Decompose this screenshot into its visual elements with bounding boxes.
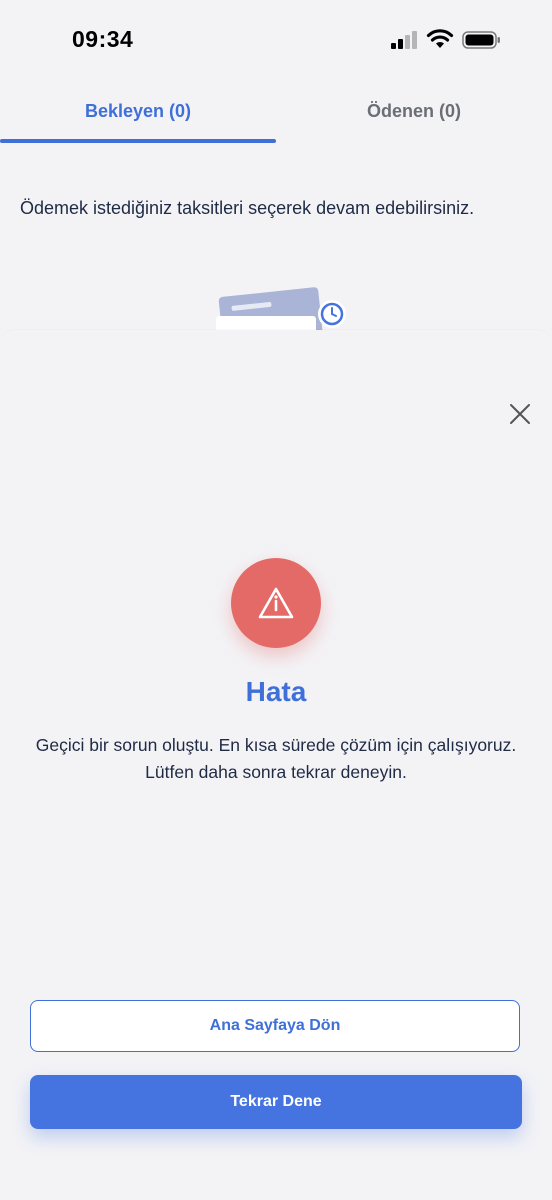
installment-illustration bbox=[216, 287, 346, 332]
instruction-text: Ödemek istediğiniz taksitleri seçerek de… bbox=[20, 198, 475, 218]
tab-pending[interactable]: Bekleyen (0) bbox=[0, 80, 276, 142]
error-bottom-sheet: Hata Geçici bir sorun oluştu. En kısa sü… bbox=[0, 330, 552, 1200]
tab-pending-label: Bekleyen (0) bbox=[84, 100, 192, 121]
tab-bar: Bekleyen (0) Ödenen (0) bbox=[0, 80, 552, 146]
status-bar: 09:34 bbox=[0, 0, 552, 80]
tab-paid-label: Ödenen (0) bbox=[366, 100, 461, 121]
tab-paid[interactable]: Ödenen (0) bbox=[276, 80, 552, 142]
error-message-line2: Lütfen daha sonra tekrar deneyin. bbox=[145, 762, 407, 782]
error-badge bbox=[231, 558, 321, 648]
home-button[interactable]: Ana Sayfaya Dön bbox=[30, 1000, 520, 1052]
wifi-icon bbox=[426, 29, 454, 48]
close-icon[interactable] bbox=[500, 394, 540, 434]
status-time: 09:34 bbox=[72, 26, 134, 52]
error-message: Geçici bir sorun oluştu. En kısa sürede … bbox=[0, 732, 552, 786]
retry-button[interactable]: Tekrar Dene bbox=[30, 1075, 522, 1129]
error-title: Hata bbox=[245, 676, 307, 707]
signal-icon bbox=[391, 31, 417, 49]
home-button-label: Ana Sayfaya Dön bbox=[209, 1017, 341, 1034]
retry-button-label: Tekrar Dene bbox=[230, 1093, 322, 1110]
active-tab-indicator bbox=[0, 139, 276, 143]
error-message-line1: Geçici bir sorun oluştu. En kısa sürede … bbox=[35, 735, 517, 755]
battery-icon bbox=[462, 31, 500, 49]
warning-icon bbox=[258, 587, 294, 619]
